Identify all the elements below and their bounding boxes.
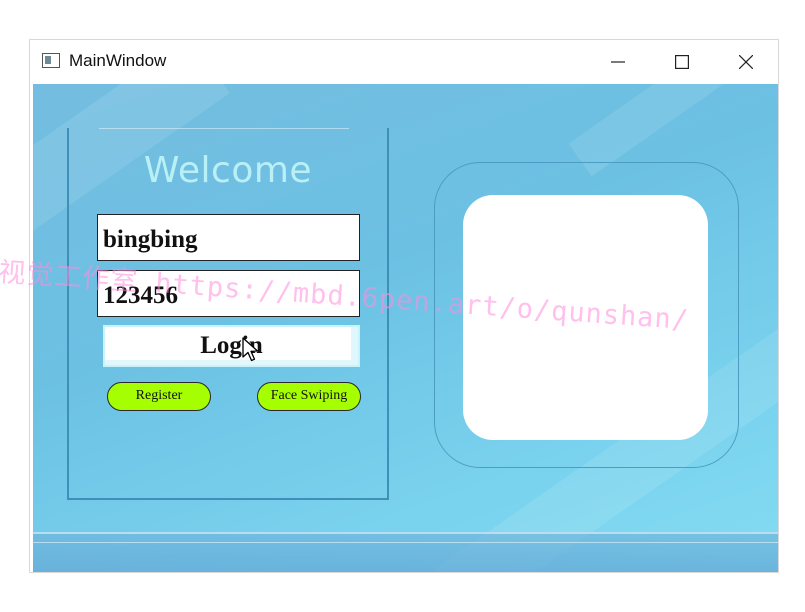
mouse-pointer-icon bbox=[242, 337, 259, 362]
maximize-icon bbox=[675, 55, 689, 69]
password-input[interactable] bbox=[97, 270, 360, 317]
bottom-divider bbox=[33, 542, 778, 543]
client-area: Welcome Login Register Face Swiping bbox=[33, 84, 778, 572]
app-window-icon bbox=[42, 53, 60, 68]
bottom-band bbox=[33, 532, 778, 572]
minimize-icon bbox=[611, 61, 625, 63]
window-title: MainWindow bbox=[69, 51, 167, 70]
main-window: MainWindow Welcome Login Register bbox=[30, 40, 778, 572]
close-icon bbox=[739, 55, 753, 69]
minimize-button[interactable] bbox=[586, 40, 650, 84]
title-bar[interactable]: MainWindow bbox=[30, 40, 778, 84]
login-button[interactable]: Login bbox=[103, 325, 360, 367]
username-input[interactable] bbox=[97, 214, 360, 261]
face-camera-view bbox=[463, 195, 708, 440]
welcome-heading: Welcome bbox=[143, 150, 313, 191]
register-button[interactable]: Register bbox=[107, 382, 211, 411]
close-button[interactable] bbox=[714, 40, 778, 84]
maximize-button[interactable] bbox=[650, 40, 714, 84]
face-swiping-button[interactable]: Face Swiping bbox=[257, 382, 361, 411]
